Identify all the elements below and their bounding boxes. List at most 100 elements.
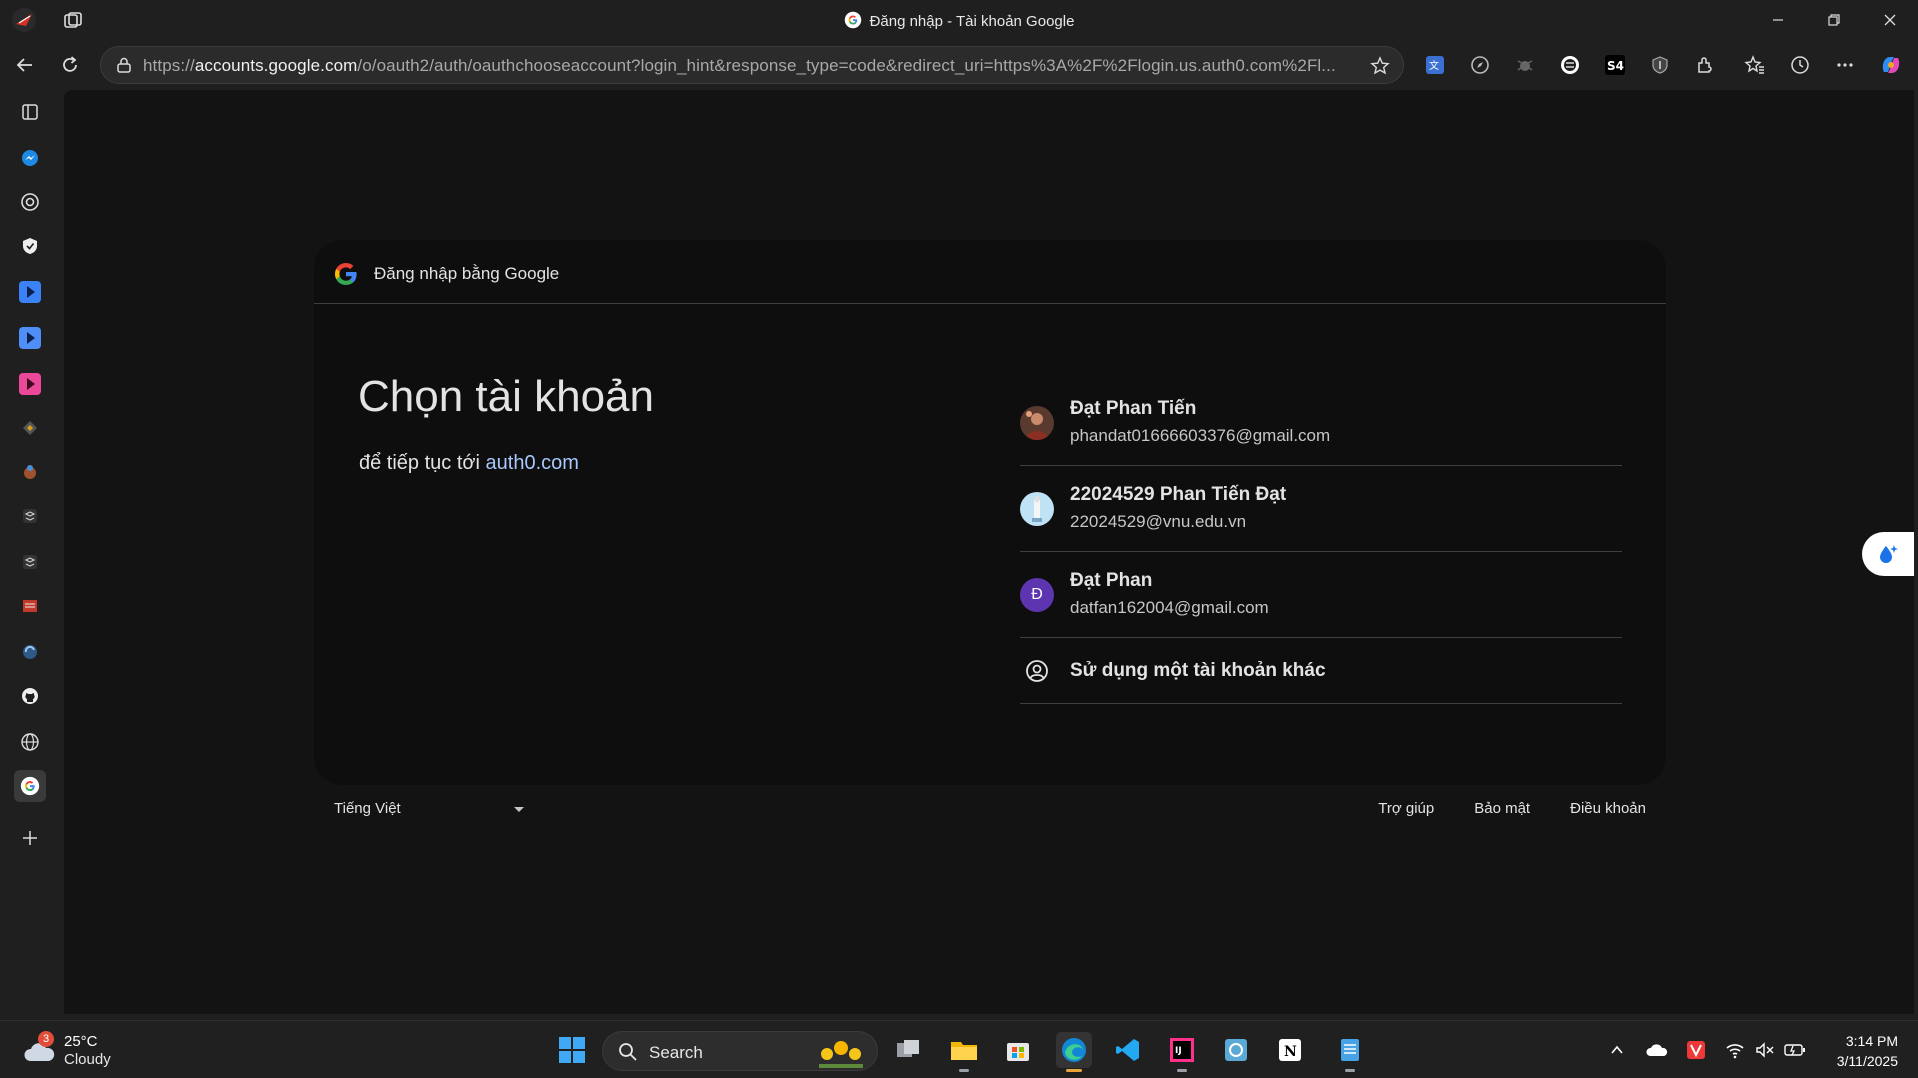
extensions-icon[interactable] xyxy=(1690,50,1720,80)
account-item[interactable]: 22024529 Phan Tiến Đạt 22024529@vnu.edu.… xyxy=(1020,466,1622,552)
search-label: Search xyxy=(649,1043,703,1062)
browser-sidebar xyxy=(0,90,62,1020)
copilot-icon[interactable] xyxy=(1876,50,1906,80)
task-view-icon[interactable] xyxy=(890,1032,926,1068)
site-info-icon[interactable] xyxy=(115,56,133,79)
app-icon-9[interactable] xyxy=(14,456,46,488)
close-button[interactable] xyxy=(1862,0,1918,40)
system-clock[interactable]: 3:14 PM 3/11/2025 xyxy=(1837,1031,1898,1071)
weather-temp: 25°C xyxy=(64,1033,98,1050)
sidebar-toggle-icon[interactable] xyxy=(14,96,46,128)
app-icon-10[interactable] xyxy=(14,500,46,532)
account-email: datfan162004@gmail.com xyxy=(1070,598,1269,617)
page-subtitle: để tiếp tục tới auth0.com xyxy=(359,452,579,475)
footer-links: Trợ giúp Bảo mật Điều khoản xyxy=(1378,800,1646,817)
media-app-3-icon[interactable] xyxy=(14,368,46,400)
use-another-account-button[interactable]: Sử dụng một tài khoản khác xyxy=(1020,638,1622,704)
media-app-2-icon[interactable] xyxy=(14,322,46,354)
history-icon[interactable] xyxy=(1785,50,1815,80)
app-icon-db[interactable] xyxy=(1218,1032,1254,1068)
auth0-link[interactable]: auth0.com xyxy=(486,452,579,474)
onedrive-icon[interactable] xyxy=(1644,1037,1670,1063)
account-item[interactable]: Đạt Phan Tiến phandat01666603376@gmail.c… xyxy=(1020,380,1622,466)
svg-text:文: 文 xyxy=(1429,59,1439,72)
avatar xyxy=(1020,492,1054,526)
app-icon-8[interactable] xyxy=(14,412,46,444)
browser-toolbar: https://accounts.google.com/o/oauth2/aut… xyxy=(0,40,1918,90)
help-link[interactable]: Trợ giúp xyxy=(1378,800,1434,817)
shield-extension-icon[interactable] xyxy=(1645,50,1675,80)
notepad-icon[interactable] xyxy=(1332,1032,1368,1072)
file-explorer-icon[interactable] xyxy=(946,1032,982,1072)
account-email: phandat01666603376@gmail.com xyxy=(1070,426,1331,445)
edge-browser-icon[interactable] xyxy=(1056,1032,1092,1072)
translate-extension-icon[interactable]: 文 xyxy=(1420,50,1450,80)
favorites-icon[interactable] xyxy=(1740,50,1770,80)
weather-badge: 3 xyxy=(38,1031,54,1047)
language-value: Tiếng Việt xyxy=(334,800,401,817)
url-host: accounts.google.com xyxy=(194,56,358,75)
address-bar[interactable]: https://accounts.google.com/o/oauth2/aut… xyxy=(100,46,1404,84)
battery-icon[interactable] xyxy=(1782,1037,1808,1063)
s4-extension-icon[interactable]: S4 xyxy=(1600,50,1630,80)
chatgpt-icon[interactable] xyxy=(14,186,46,218)
wifi-icon[interactable] xyxy=(1722,1037,1748,1063)
subtitle-prefix: để tiếp tục tới xyxy=(359,452,486,474)
start-button[interactable] xyxy=(554,1032,590,1068)
minimize-button[interactable] xyxy=(1750,0,1806,40)
refresh-button[interactable] xyxy=(55,50,85,80)
title-bar: Đăng nhập - Tài khoản Google xyxy=(0,0,1918,40)
restore-button[interactable] xyxy=(1806,0,1862,40)
show-hidden-icons-icon[interactable] xyxy=(1604,1037,1630,1063)
app-icon-12[interactable] xyxy=(14,590,46,622)
terms-link[interactable]: Điều khoản xyxy=(1570,800,1646,817)
floating-assistant-button[interactable] xyxy=(1862,532,1914,576)
vscode-icon[interactable] xyxy=(1110,1032,1146,1068)
app-icon-13[interactable] xyxy=(14,636,46,668)
account-name: 22024529 Phan Tiến Đạt xyxy=(1070,484,1287,505)
taskbar-search[interactable]: Search xyxy=(602,1031,878,1071)
compass-extension-icon[interactable] xyxy=(1465,50,1495,80)
account-email: 22024529@vnu.edu.vn xyxy=(1070,512,1247,531)
bug-extension-icon[interactable] xyxy=(1510,50,1540,80)
media-app-1-icon[interactable] xyxy=(14,276,46,308)
language-select[interactable]: Tiếng Việt xyxy=(334,800,544,817)
avatar xyxy=(1020,406,1054,440)
avatar: Đ xyxy=(1020,578,1054,612)
clock-date: 3/11/2025 xyxy=(1836,1053,1898,1069)
google-tab-icon[interactable] xyxy=(14,770,46,802)
microsoft-store-icon[interactable] xyxy=(1000,1032,1036,1068)
svg-text:IJ: IJ xyxy=(1175,1046,1182,1056)
url-text[interactable]: https://accounts.google.com/o/oauth2/aut… xyxy=(143,56,1353,76)
account-name: Đạt Phan xyxy=(1070,570,1153,591)
notion-icon[interactable]: N xyxy=(1272,1032,1308,1068)
github-icon[interactable] xyxy=(14,680,46,712)
intellij-icon[interactable]: IJ xyxy=(1164,1032,1200,1072)
weather-widget[interactable]: 3 25°C Cloudy xyxy=(22,1031,142,1071)
sign-in-card: Đăng nhập bằng Google Chọn tài khoản để … xyxy=(314,240,1666,785)
google-g-icon xyxy=(844,11,862,29)
globe-extension-icon[interactable] xyxy=(1555,50,1585,80)
page-title: Chọn tài khoản xyxy=(358,372,654,421)
volume-muted-icon[interactable] xyxy=(1752,1037,1778,1063)
shield-app-icon[interactable] xyxy=(14,230,46,262)
messenger-icon[interactable] xyxy=(14,142,46,174)
running-indicator xyxy=(959,1069,969,1072)
privacy-link[interactable]: Bảo mật xyxy=(1474,800,1530,817)
use-another-account-label: Sử dụng một tài khoản khác xyxy=(1070,660,1326,681)
account-circle-icon xyxy=(1020,654,1054,688)
app-icon-11[interactable] xyxy=(14,546,46,578)
more-menu-icon[interactable] xyxy=(1830,50,1860,80)
account-list: Đạt Phan Tiến phandat01666603376@gmail.c… xyxy=(1020,380,1622,704)
add-app-icon[interactable] xyxy=(14,822,46,854)
page-viewport: Đăng nhập bằng Google Chọn tài khoản để … xyxy=(64,90,1914,1014)
favorite-star-icon[interactable] xyxy=(1369,55,1391,82)
url-path: /o/oauth2/auth/oauthchooseaccount?login_… xyxy=(357,56,1336,75)
vivaldi-tray-icon[interactable] xyxy=(1683,1037,1709,1063)
back-button[interactable] xyxy=(10,50,40,80)
window-title-text: Đăng nhập - Tài khoản Google xyxy=(869,13,1075,30)
globe-icon[interactable] xyxy=(14,726,46,758)
account-item[interactable]: Đ Đạt Phan datfan162004@gmail.com xyxy=(1020,552,1622,638)
flowers-icon xyxy=(819,1041,863,1068)
search-icon xyxy=(619,1043,637,1061)
